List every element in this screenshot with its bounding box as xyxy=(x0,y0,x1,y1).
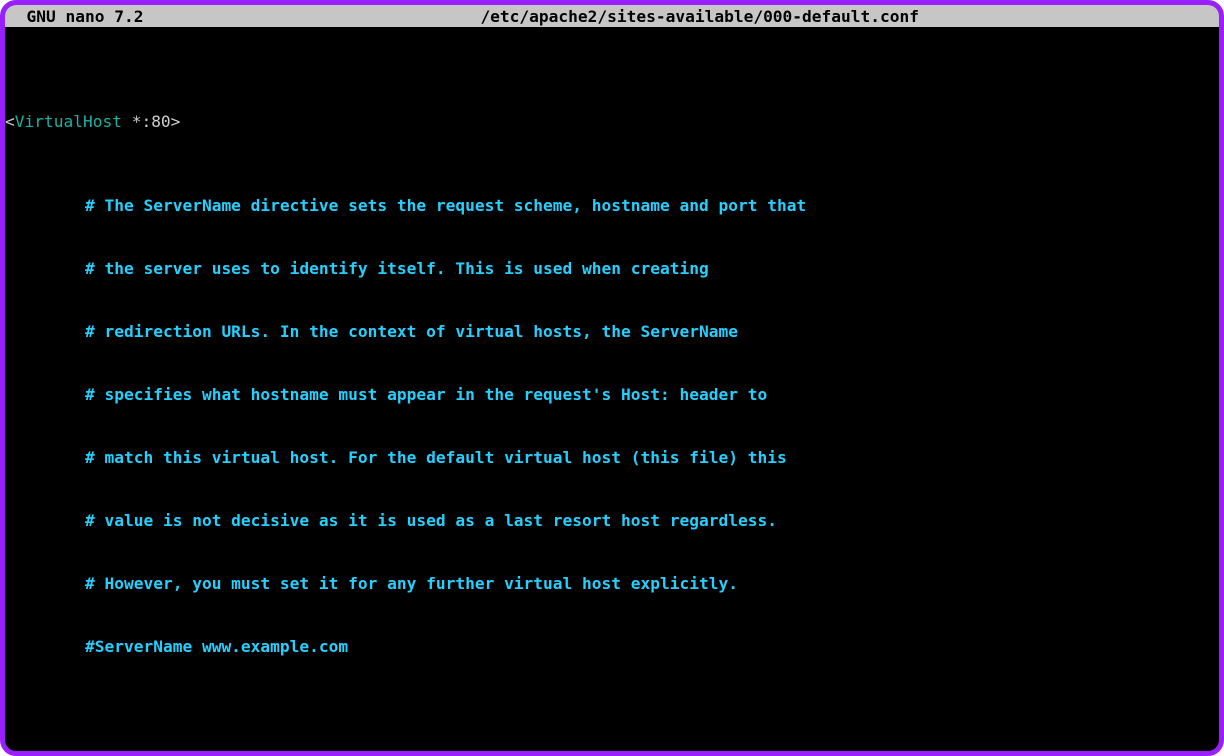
code-line: <VirtualHost *:80> xyxy=(5,111,1219,132)
code-line: # The ServerName directive sets the requ… xyxy=(5,195,1219,216)
file-path: /etc/apache2/sites-available/000-default… xyxy=(480,6,1219,27)
blank-line xyxy=(5,720,1219,741)
code-line: # However, you must set it for any furth… xyxy=(5,573,1219,594)
editor-buffer[interactable]: <VirtualHost *:80> # The ServerName dire… xyxy=(5,27,1219,751)
comment: # The ServerName directive sets the requ… xyxy=(85,195,806,216)
terminal-window: GNU nano 7.2 /etc/apache2/sites-availabl… xyxy=(0,0,1224,756)
code-line: # specifies what hostname must appear in… xyxy=(5,384,1219,405)
nano-titlebar: GNU nano 7.2 /etc/apache2/sites-availabl… xyxy=(5,5,1219,27)
code-line: # the server uses to identify itself. Th… xyxy=(5,258,1219,279)
tag-open-bracket: < xyxy=(5,111,15,132)
comment: # redirection URLs. In the context of vi… xyxy=(85,321,738,342)
code-line: #ServerName www.example.com xyxy=(5,636,1219,657)
tag-name: VirtualHost xyxy=(15,111,122,132)
code-line: # match this virtual host. For the defau… xyxy=(5,447,1219,468)
comment: # match this virtual host. For the defau… xyxy=(85,447,787,468)
comment: # However, you must set it for any furth… xyxy=(85,573,738,594)
comment: # specifies what hostname must appear in… xyxy=(85,384,767,405)
comment: # value is not decisive as it is used as… xyxy=(85,510,777,531)
tag-attrs: *:80> xyxy=(122,111,180,132)
code-line: # redirection URLs. In the context of vi… xyxy=(5,321,1219,342)
app-name: GNU nano 7.2 xyxy=(7,6,143,27)
comment: #ServerName www.example.com xyxy=(85,636,348,657)
code-line: # value is not decisive as it is used as… xyxy=(5,510,1219,531)
comment: # the server uses to identify itself. Th… xyxy=(85,258,709,279)
